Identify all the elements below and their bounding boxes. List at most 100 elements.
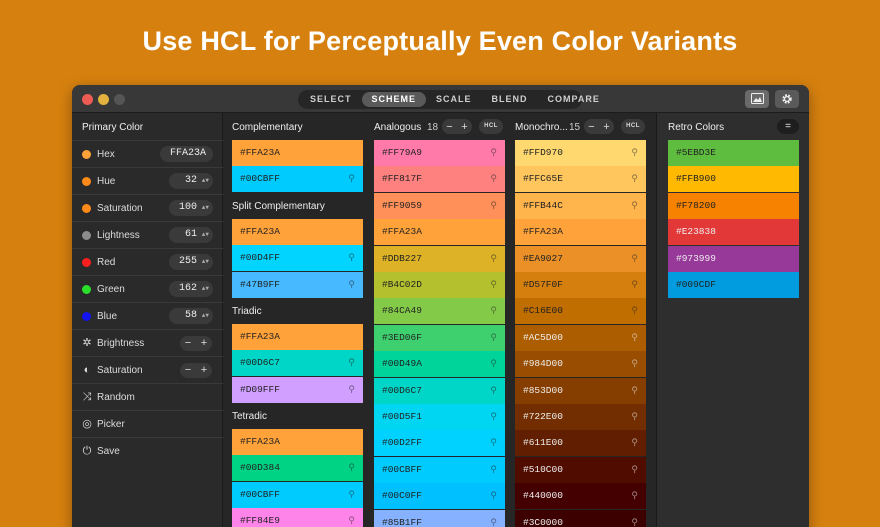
pin-icon[interactable]: ⚲ (490, 193, 497, 219)
pin-icon[interactable]: ⚲ (490, 298, 497, 324)
analogous-swatch[interactable]: #00D49A ⚲ (374, 351, 505, 378)
pin-icon[interactable]: ⚲ (631, 483, 638, 509)
tab-scale[interactable]: SCALE (426, 92, 482, 107)
scheme-swatch-triadic[interactable]: #00D6C7 ⚲ (232, 350, 363, 377)
pin-icon[interactable]: ⚲ (631, 166, 638, 192)
saturation-increase-button[interactable]: + (201, 363, 207, 378)
analogous-swatch[interactable]: #00C0FF ⚲ (374, 483, 505, 510)
monochromatic-decrease-button[interactable]: − (588, 121, 594, 133)
green-stepper[interactable]: 162 ▲▼ (169, 281, 213, 297)
pin-icon[interactable]: ⚲ (631, 378, 638, 404)
scheme-swatch-tetradic[interactable]: #FFA23A (232, 429, 367, 455)
analogous-swatch[interactable]: #FF817F ⚲ (374, 166, 505, 193)
stepper-arrows-icon[interactable]: ▲▼ (202, 227, 209, 243)
retro-swatch[interactable]: #E23838 (668, 219, 799, 246)
scheme-swatch-split[interactable]: #47B9FF ⚲ (232, 271, 363, 298)
monochromatic-swatch[interactable]: #3C0000 ⚲ (515, 509, 646, 527)
pin-icon[interactable]: ⚲ (631, 298, 638, 324)
pin-icon[interactable]: ⚲ (490, 272, 497, 298)
stepper-arrows-icon[interactable]: ▲▼ (202, 200, 209, 216)
pin-icon[interactable]: ⚲ (631, 272, 638, 298)
pin-icon[interactable]: ⚲ (348, 508, 355, 527)
pin-icon[interactable]: ⚲ (490, 510, 497, 527)
monochromatic-swatch[interactable]: #FFA23A (515, 219, 650, 246)
pin-icon[interactable]: ⚲ (631, 140, 638, 166)
scheme-swatch-complementary[interactable]: #FFA23A (232, 140, 367, 166)
analogous-swatch[interactable]: #00CBFF ⚲ (374, 456, 505, 483)
retro-swatch[interactable]: #5EBD3E (668, 140, 799, 166)
retro-menu-button[interactable]: = (777, 119, 799, 134)
analogous-swatch[interactable]: #00D6C7 ⚲ (374, 377, 505, 404)
analogous-swatch[interactable]: #FFA23A (374, 219, 509, 246)
pin-icon[interactable]: ⚲ (490, 378, 497, 404)
analogous-swatch[interactable]: #00D5F1 ⚲ (374, 404, 505, 430)
scheme-swatch-tetradic[interactable]: #00D384 ⚲ (232, 455, 363, 482)
analogous-mode-button[interactable]: HCL (479, 119, 503, 134)
close-window-button[interactable] (82, 94, 93, 105)
pin-icon[interactable]: ⚲ (490, 325, 497, 351)
tab-scheme[interactable]: SCHEME (361, 92, 427, 107)
pin-icon[interactable]: ⚲ (631, 325, 638, 351)
scheme-swatch-tetradic[interactable]: #FF84E9 ⚲ (232, 508, 363, 527)
monochromatic-swatch[interactable]: #510C00 ⚲ (515, 456, 646, 483)
monochromatic-swatch[interactable]: #FFD970 ⚲ (515, 140, 646, 166)
red-stepper[interactable]: 255 ▲▼ (169, 254, 213, 270)
pin-icon[interactable]: ⚲ (348, 350, 355, 376)
pin-icon[interactable]: ⚲ (348, 377, 355, 403)
pin-icon[interactable]: ⚲ (490, 430, 497, 456)
lightness-stepper[interactable]: 61 ▲▼ (169, 227, 213, 243)
scheme-swatch-tetradic[interactable]: #00CBFF ⚲ (232, 481, 363, 508)
tab-compare[interactable]: COMPARE (538, 92, 610, 107)
pin-icon[interactable]: ⚲ (490, 246, 497, 272)
image-button[interactable] (745, 90, 769, 108)
scheme-swatch-split[interactable]: #FFA23A (232, 219, 367, 245)
pin-icon[interactable]: ⚲ (490, 166, 497, 192)
retro-swatch[interactable]: #973999 (668, 245, 799, 272)
analogous-increase-button[interactable]: + (461, 121, 467, 133)
monochromatic-swatch[interactable]: #C16E00 ⚲ (515, 298, 646, 325)
monochromatic-swatch[interactable]: #611E00 ⚲ (515, 430, 646, 457)
settings-button[interactable] (775, 90, 799, 108)
blue-stepper[interactable]: 58 ▲▼ (169, 308, 213, 324)
random-button[interactable]: ⤨ Random (72, 383, 223, 410)
pin-icon[interactable]: ⚲ (490, 404, 497, 430)
pin-icon[interactable]: ⚲ (631, 193, 638, 219)
scheme-swatch-triadic[interactable]: #D09FFF ⚲ (232, 376, 363, 403)
monochromatic-swatch[interactable]: #EA9027 ⚲ (515, 245, 646, 272)
saturation-stepper[interactable]: 100 ▲▼ (169, 200, 213, 216)
monochromatic-mode-button[interactable]: HCL (621, 119, 645, 134)
analogous-swatch[interactable]: #85B1FF ⚲ (374, 509, 505, 527)
scheme-swatch-triadic[interactable]: #FFA23A (232, 324, 367, 350)
analogous-decrease-button[interactable]: − (446, 121, 452, 133)
monochromatic-swatch[interactable]: #853D00 ⚲ (515, 377, 646, 404)
pin-icon[interactable]: ⚲ (631, 510, 638, 527)
pin-icon[interactable]: ⚲ (631, 404, 638, 430)
tab-blend[interactable]: BLEND (482, 92, 538, 107)
monochromatic-swatch[interactable]: #984D00 ⚲ (515, 351, 646, 378)
pin-icon[interactable]: ⚲ (348, 245, 355, 271)
monochromatic-swatch[interactable]: #D57F0F ⚲ (515, 272, 646, 298)
pin-icon[interactable]: ⚲ (348, 482, 355, 508)
pin-icon[interactable]: ⚲ (631, 246, 638, 272)
hex-input[interactable]: FFA23A (160, 146, 213, 162)
stepper-arrows-icon[interactable]: ▲▼ (202, 173, 209, 189)
minimize-window-button[interactable] (98, 94, 109, 105)
monochromatic-swatch[interactable]: #FFB44C ⚲ (515, 192, 646, 219)
hue-stepper[interactable]: 32 ▲▼ (169, 173, 213, 189)
stepper-arrows-icon[interactable]: ▲▼ (202, 254, 209, 270)
analogous-swatch[interactable]: #FF79A9 ⚲ (374, 140, 505, 166)
saturation-decrease-button[interactable]: − (185, 363, 191, 378)
save-button[interactable]: ⏻ Save (72, 437, 223, 464)
pin-icon[interactable]: ⚲ (631, 351, 638, 377)
brightness-increase-button[interactable]: + (201, 336, 207, 351)
picker-button[interactable]: ◎ Picker (72, 410, 223, 437)
pin-icon[interactable]: ⚲ (490, 140, 497, 166)
monochromatic-swatch[interactable]: #440000 ⚲ (515, 483, 646, 510)
retro-swatch[interactable]: #009CDF (668, 272, 799, 298)
pin-icon[interactable]: ⚲ (631, 457, 638, 483)
stepper-arrows-icon[interactable]: ▲▼ (202, 308, 209, 324)
analogous-swatch[interactable]: #B4C02D ⚲ (374, 272, 505, 298)
analogous-swatch[interactable]: #84CA49 ⚲ (374, 298, 505, 325)
analogous-swatch[interactable]: #00D2FF ⚲ (374, 430, 505, 457)
zoom-window-button[interactable] (114, 94, 125, 105)
